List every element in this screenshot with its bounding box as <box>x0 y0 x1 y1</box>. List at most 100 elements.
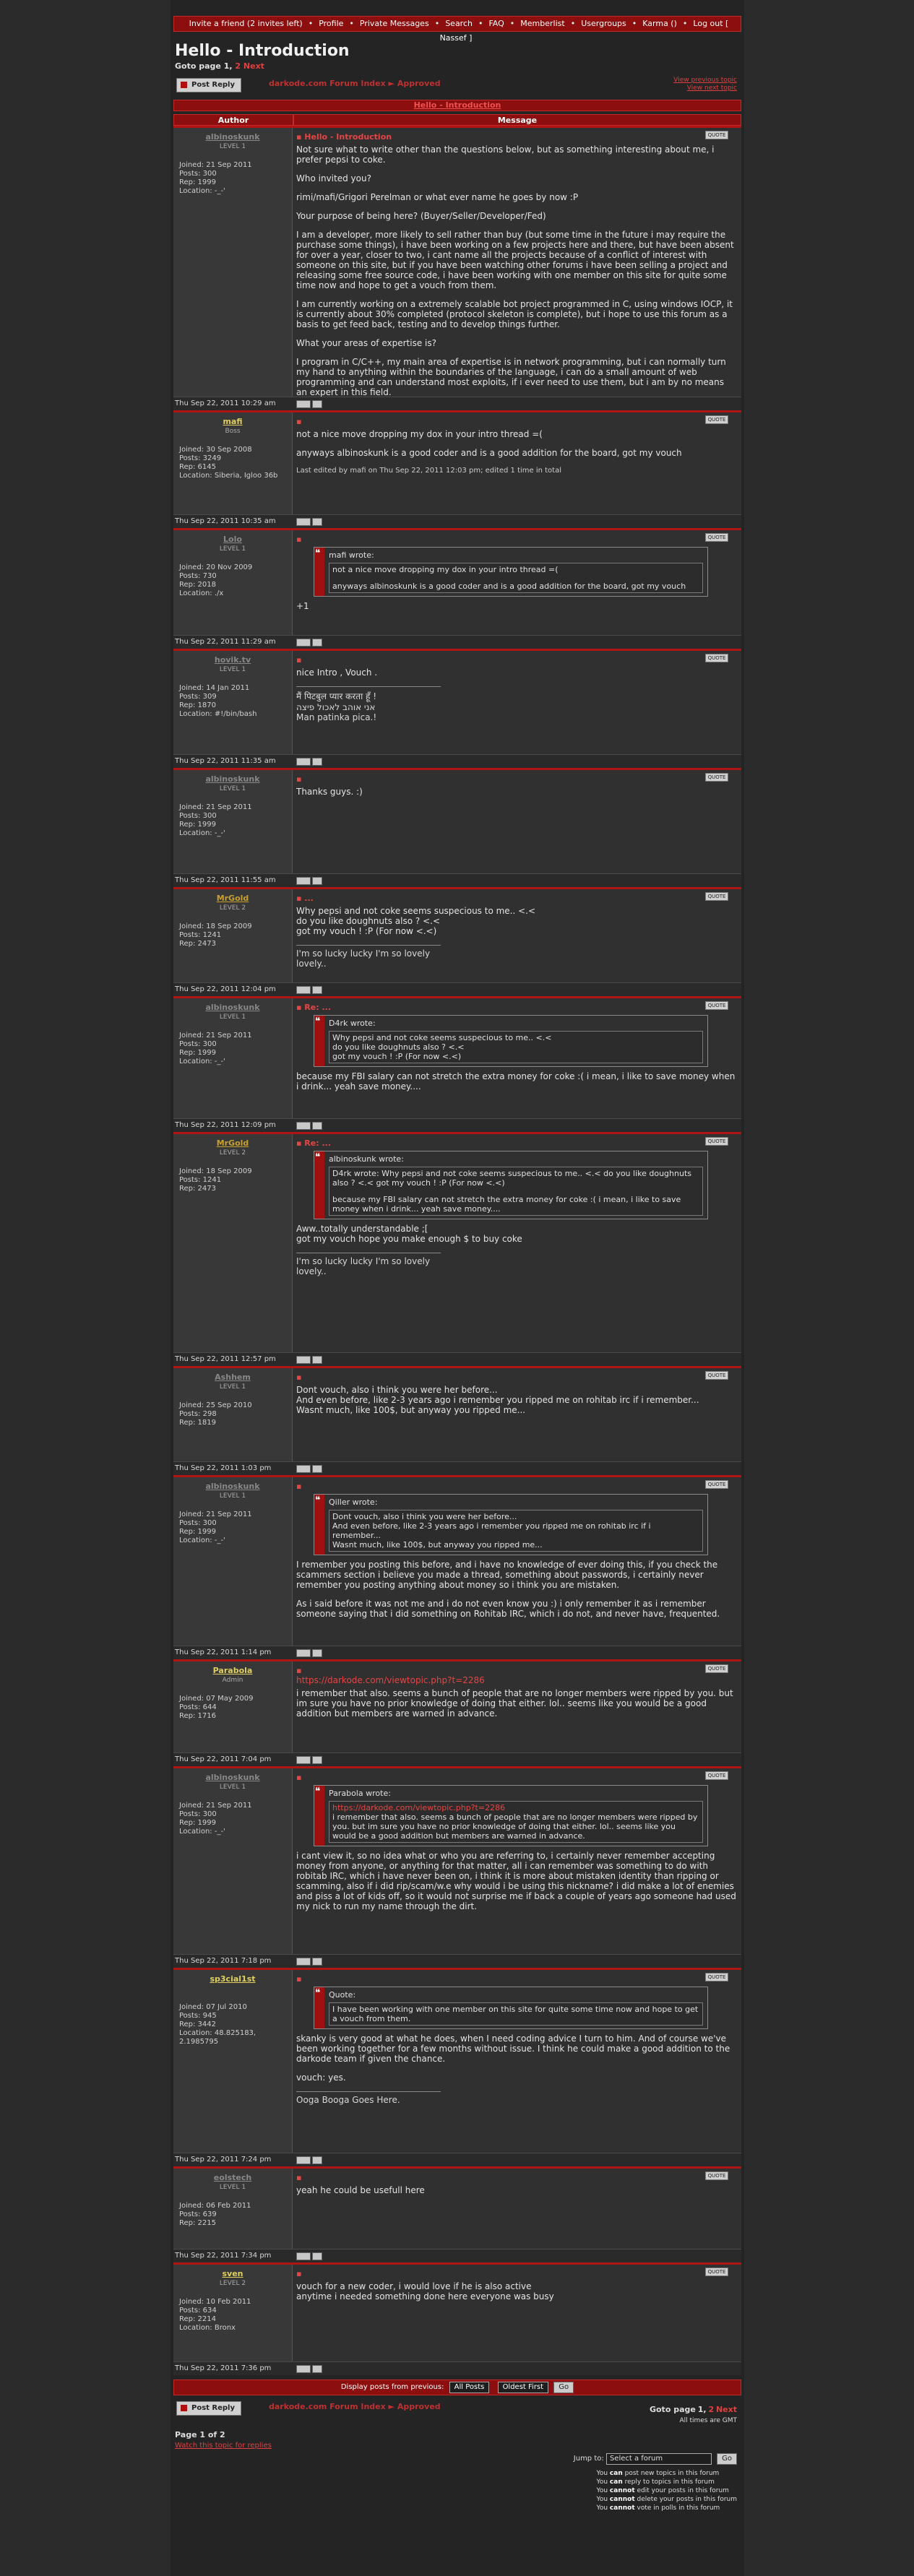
author-name[interactable]: Parabola <box>173 1666 292 1675</box>
quote-button[interactable]: QUOTE <box>705 773 728 782</box>
pm-button[interactable] <box>312 518 322 526</box>
nav-link[interactable]: Usergroups <box>581 19 626 28</box>
nav-link[interactable]: Search <box>445 19 473 28</box>
pm-button[interactable] <box>312 1356 322 1364</box>
author-name[interactable]: sp3cial1st <box>173 1974 292 1984</box>
breadcrumb-bottom[interactable]: darkode.com Forum Index ► Approved <box>269 2402 441 2411</box>
author-name[interactable]: albinoskunk <box>173 1773 292 1782</box>
sort-order-select[interactable]: Oldest First <box>497 2382 549 2393</box>
profile-button[interactable] <box>296 2156 311 2164</box>
profile-button[interactable] <box>296 2365 311 2373</box>
post-title[interactable] <box>296 417 737 426</box>
page-2-link-bottom[interactable]: 2 <box>708 2405 714 2414</box>
author-name[interactable]: hovik.tv <box>173 655 292 665</box>
author-name[interactable]: mafi <box>173 417 292 426</box>
nav-link[interactable]: Invite a friend (2 invites left) <box>189 19 303 28</box>
author-name[interactable]: MrGold <box>173 1138 292 1148</box>
pm-button[interactable] <box>312 986 322 994</box>
quote-button[interactable]: QUOTE <box>705 131 728 139</box>
profile-button[interactable] <box>296 1649 311 1657</box>
post-title[interactable] <box>296 655 737 665</box>
quote-button[interactable]: QUOTE <box>705 2171 728 2180</box>
profile-button[interactable] <box>296 877 311 885</box>
quote-button[interactable]: QUOTE <box>705 533 728 542</box>
nav-link[interactable]: FAQ <box>488 19 504 28</box>
post-title[interactable] <box>296 774 737 784</box>
breadcrumb[interactable]: darkode.com Forum Index ► Approved <box>269 79 441 88</box>
profile-button[interactable] <box>296 1756 311 1764</box>
quote-link[interactable]: https://darkode.com/viewtopic.php?t=2286 <box>332 1803 699 1812</box>
quote-button[interactable]: QUOTE <box>705 654 728 662</box>
display-posts-select[interactable]: All Posts <box>449 2382 490 2393</box>
pm-button[interactable] <box>312 2365 322 2373</box>
pm-button[interactable] <box>312 639 322 647</box>
jump-go-button[interactable]: Go <box>717 2453 737 2465</box>
nav-link[interactable]: Private Messages <box>360 19 429 28</box>
quote-button[interactable]: QUOTE <box>705 1664 728 1673</box>
go-button[interactable]: Go <box>553 2382 574 2393</box>
topic-bar-title[interactable]: Hello - Introduction <box>173 100 741 111</box>
quote-button[interactable]: QUOTE <box>705 1001 728 1010</box>
author-name[interactable]: albinoskunk <box>173 774 292 784</box>
post-title[interactable] <box>296 1773 737 1782</box>
pm-button[interactable] <box>312 1122 322 1130</box>
profile-button[interactable] <box>296 758 311 766</box>
profile-button[interactable] <box>296 2252 311 2260</box>
page-2-link[interactable]: 2 <box>235 61 241 71</box>
post-title[interactable] <box>296 535 737 544</box>
post-reply-button-bottom[interactable]: Post Reply <box>176 2401 241 2416</box>
next-page-link[interactable]: Next <box>243 61 264 71</box>
quote-button[interactable]: QUOTE <box>705 892 728 901</box>
author-name[interactable]: sven <box>173 2269 292 2278</box>
post-reply-button[interactable]: Post Reply <box>176 78 241 92</box>
quote-button[interactable]: QUOTE <box>705 1371 728 1380</box>
pm-button[interactable] <box>312 1756 322 1764</box>
nav-link[interactable]: Memberlist <box>520 19 564 28</box>
profile-button[interactable] <box>296 1122 311 1130</box>
post-title[interactable]: ... <box>296 894 737 903</box>
next-page-link-bottom[interactable]: Next <box>716 2405 737 2414</box>
post-title[interactable]: Hello - Introduction <box>296 132 737 142</box>
nav-link[interactable]: Profile <box>319 19 343 28</box>
pm-button[interactable] <box>312 2156 322 2164</box>
post-title[interactable] <box>296 1974 737 1984</box>
quote-button[interactable]: QUOTE <box>705 1973 728 1981</box>
nav-link[interactable]: Karma () <box>642 19 677 28</box>
post-title[interactable] <box>296 1482 737 1491</box>
author-name[interactable]: albinoskunk <box>173 1003 292 1012</box>
post-title[interactable] <box>296 1666 737 1675</box>
pm-button[interactable] <box>312 877 322 885</box>
watch-topic-link[interactable]: Watch this topic for replies <box>175 2442 272 2450</box>
quote-button[interactable]: QUOTE <box>705 1137 728 1146</box>
pm-button[interactable] <box>312 400 322 408</box>
quote-button[interactable]: QUOTE <box>705 2268 728 2276</box>
post-title[interactable] <box>296 1373 737 1382</box>
pm-button[interactable] <box>312 1649 322 1657</box>
profile-button[interactable] <box>296 1465 311 1473</box>
quote-button[interactable]: QUOTE <box>705 1771 728 1780</box>
post-title[interactable]: Re: ... <box>296 1138 737 1148</box>
pm-button[interactable] <box>312 2252 322 2260</box>
pm-button[interactable] <box>312 758 322 766</box>
author-name[interactable]: eolstech <box>173 2173 292 2182</box>
author-name[interactable]: MrGold <box>173 894 292 903</box>
profile-button[interactable] <box>296 400 311 408</box>
profile-button[interactable] <box>296 1958 311 1966</box>
quote-button[interactable]: QUOTE <box>705 1480 728 1489</box>
next-topic-link[interactable]: View next topic <box>673 85 737 92</box>
profile-button[interactable] <box>296 986 311 994</box>
author-name[interactable]: Lolo <box>173 535 292 544</box>
profile-button[interactable] <box>296 1356 311 1364</box>
post-title[interactable]: Re: ... <box>296 1003 737 1012</box>
post-title[interactable] <box>296 2173 737 2182</box>
author-name[interactable]: albinoskunk <box>173 1482 292 1491</box>
previous-topic-link[interactable]: View previous topic <box>673 77 737 85</box>
post-link[interactable]: https://darkode.com/viewtopic.php?t=2286 <box>296 1675 737 1685</box>
pm-button[interactable] <box>312 1465 322 1473</box>
pm-button[interactable] <box>312 1958 322 1966</box>
profile-button[interactable] <box>296 518 311 526</box>
author-name[interactable]: albinoskunk <box>173 132 292 142</box>
jump-forum-select[interactable]: Select a forum <box>605 2453 712 2465</box>
profile-button[interactable] <box>296 639 311 647</box>
quote-button[interactable]: QUOTE <box>705 415 728 424</box>
